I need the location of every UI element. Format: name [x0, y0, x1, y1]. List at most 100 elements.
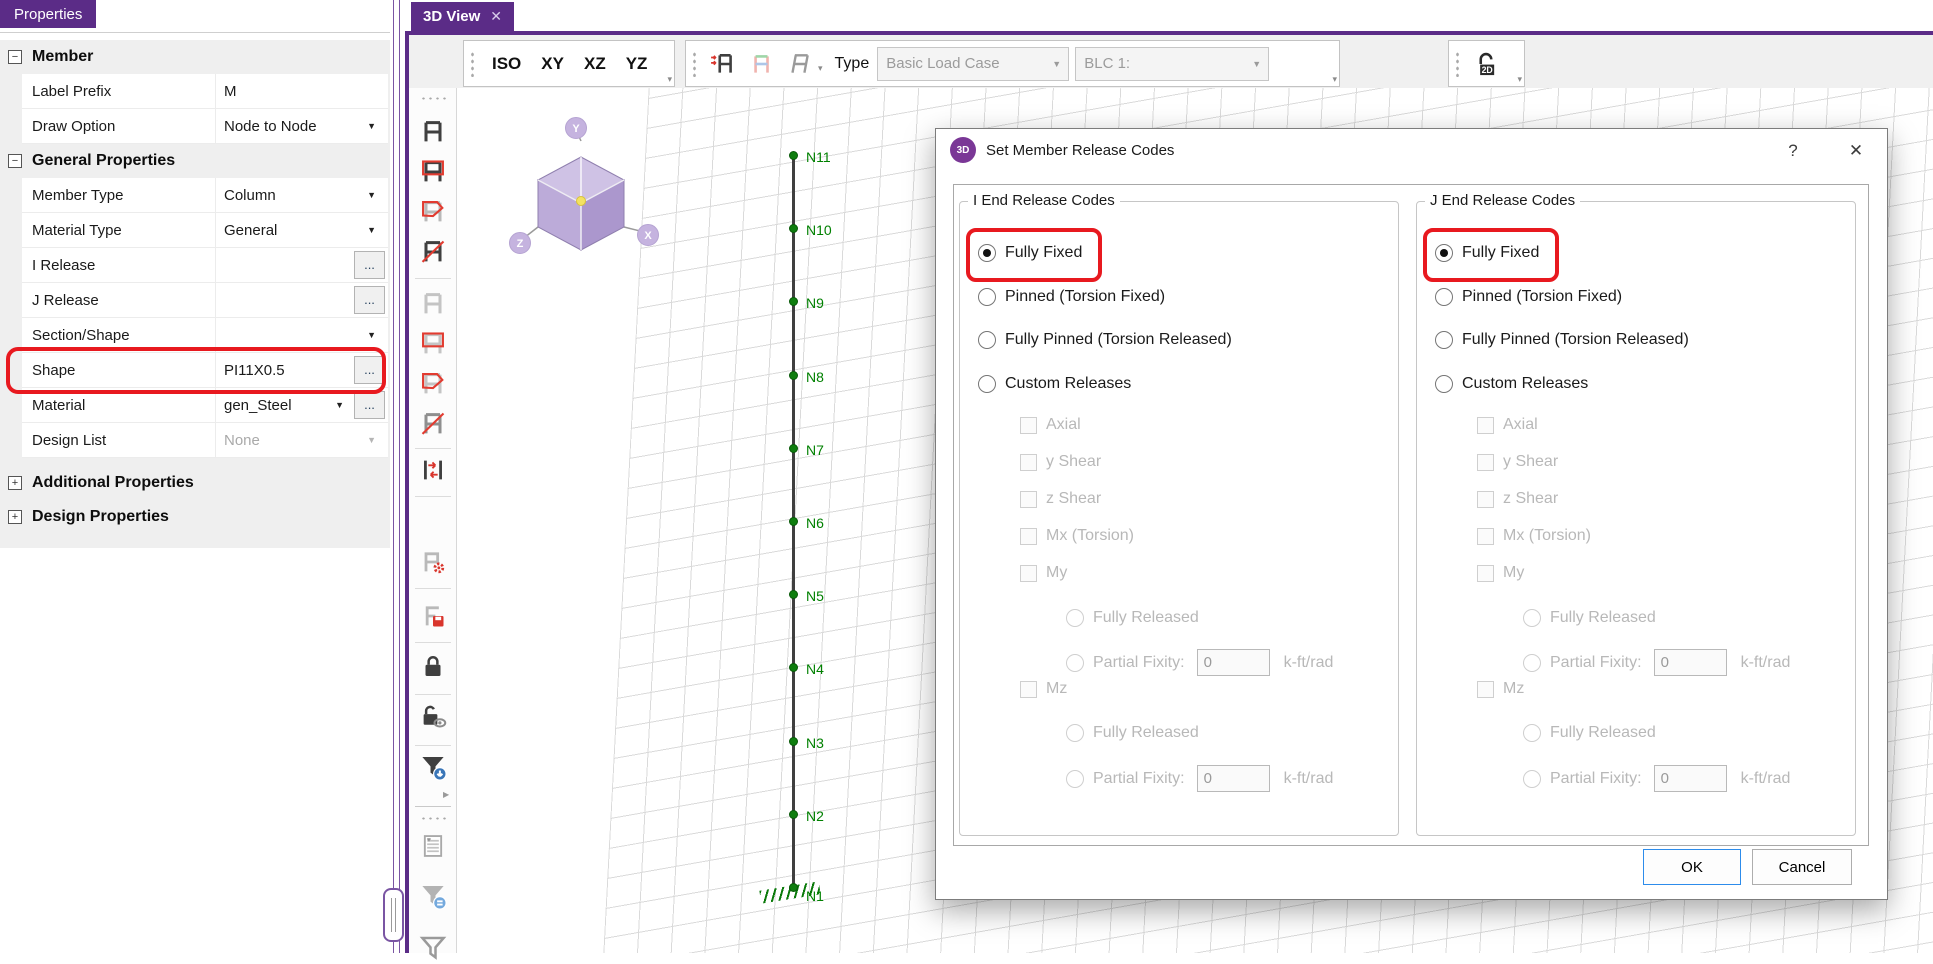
toolbar-overflow-icon[interactable]: ▾	[1332, 74, 1337, 85]
radio-icon[interactable]	[978, 331, 996, 349]
shape-field[interactable]: PI11X0.5 ...	[215, 353, 388, 388]
radio-fully-pinned[interactable]: Fully Pinned (Torsion Released)	[1435, 331, 1689, 349]
node-point[interactable]	[789, 444, 798, 453]
toolbar-overflow-icon[interactable]: ▾	[1517, 74, 1522, 85]
node-point[interactable]	[789, 371, 798, 380]
radio-fully-fixed[interactable]: Fully Fixed	[978, 244, 1082, 262]
j-release-field[interactable]: ...	[215, 283, 388, 318]
material-type-dropdown[interactable]: General ▼	[215, 213, 388, 248]
radio-custom-releases[interactable]: Custom Releases	[978, 375, 1131, 393]
axis-z-ball[interactable]: Z	[510, 233, 531, 254]
collapse-minus-icon[interactable]: −	[8, 50, 22, 64]
radio-icon[interactable]	[1435, 331, 1453, 349]
radio-custom-releases[interactable]: Custom Releases	[1435, 375, 1588, 393]
axis-y-ball[interactable]: Y	[566, 118, 587, 139]
box-unselect-members-icon[interactable]	[417, 328, 449, 360]
orientation-cube[interactable]: Y X Z	[500, 95, 670, 265]
node-point[interactable]	[789, 151, 798, 160]
node-point[interactable]	[789, 737, 798, 746]
radio-icon[interactable]	[1435, 375, 1453, 393]
i-release-field[interactable]: ...	[215, 248, 388, 283]
unlock-view-icon[interactable]	[417, 700, 449, 732]
node-label: N3	[806, 735, 824, 751]
xz-view-button[interactable]: XZ	[574, 54, 616, 74]
member-type-dropdown[interactable]: Column ▼	[215, 178, 388, 213]
material-browse-button[interactable]: ...	[354, 391, 385, 419]
render-wireframe-icon[interactable]	[784, 49, 814, 79]
spreadsheet-icon[interactable]	[417, 830, 449, 862]
selection-filter-icon[interactable]	[417, 932, 449, 964]
radio-fully-fixed[interactable]: Fully Fixed	[1435, 244, 1539, 262]
radio-mz-partial-fixity: Partial Fixity: k-ft/rad	[1066, 765, 1333, 792]
radio-icon[interactable]	[978, 375, 996, 393]
node-point[interactable]	[789, 297, 798, 306]
drag-handle-icon[interactable]	[1455, 51, 1460, 77]
draw-option-dropdown[interactable]: Node to Node ▼	[215, 109, 388, 144]
collapse-minus-icon[interactable]: −	[8, 154, 22, 168]
drag-handle-icon[interactable]	[420, 96, 446, 101]
radio-icon[interactable]	[978, 288, 996, 306]
node-point[interactable]	[789, 517, 798, 526]
drag-handle-icon[interactable]	[692, 51, 697, 77]
collapse-plus-icon[interactable]: +	[8, 510, 22, 524]
close-tab-icon[interactable]: ✕	[490, 8, 502, 25]
properties-panel-tab[interactable]: Properties	[0, 0, 96, 28]
dialog-titlebar[interactable]: 3D Set Member Release Codes	[936, 129, 1887, 171]
xy-view-button[interactable]: XY	[531, 54, 574, 74]
toolbar-overflow-icon[interactable]: ▾	[667, 74, 672, 85]
polygon-unselect-members-icon[interactable]	[417, 368, 449, 400]
render-members-icon[interactable]	[708, 49, 738, 79]
drag-handle-icon[interactable]	[470, 51, 475, 77]
svg-text:2D: 2D	[1482, 65, 1493, 75]
select-members-icon[interactable]	[417, 116, 449, 148]
ok-button[interactable]: OK	[1643, 849, 1741, 885]
lock-2d-icon[interactable]: 2D	[1471, 49, 1501, 79]
radio-selected-icon[interactable]	[978, 244, 996, 262]
radio-pinned[interactable]: Pinned (Torsion Fixed)	[978, 288, 1165, 306]
axis-x-ball[interactable]: X	[638, 225, 659, 246]
lock-selection-icon[interactable]	[417, 650, 449, 682]
node-label: N4	[806, 661, 824, 677]
radio-fully-pinned[interactable]: Fully Pinned (Torsion Released)	[978, 331, 1232, 349]
label-prefix-field[interactable]: M	[215, 74, 388, 109]
close-icon[interactable]: ✕	[1839, 137, 1873, 165]
node-point[interactable]	[789, 883, 798, 892]
help-button[interactable]: ?	[1776, 137, 1810, 165]
unselect-members-icon[interactable]	[417, 288, 449, 320]
section-header-member[interactable]: − Member	[0, 40, 390, 74]
shape-browse-button[interactable]: ...	[354, 356, 385, 384]
member-settings-icon[interactable]	[417, 546, 449, 578]
node-point[interactable]	[789, 663, 798, 672]
render-dropdown-icon[interactable]: ▾	[818, 63, 823, 74]
box-select-members-icon[interactable]	[417, 156, 449, 188]
save-selection-icon[interactable]	[417, 600, 449, 632]
toolbar-expand-icon[interactable]: ▶	[443, 790, 449, 799]
radio-pinned[interactable]: Pinned (Torsion Fixed)	[1435, 288, 1622, 306]
render-color-icon[interactable]	[746, 49, 776, 79]
cancel-button[interactable]: Cancel	[1752, 849, 1852, 885]
node-point[interactable]	[789, 590, 798, 599]
line-select-members-icon[interactable]	[417, 236, 449, 268]
line-unselect-members-icon[interactable]	[417, 408, 449, 440]
drag-handle-icon[interactable]	[420, 816, 446, 821]
section-header-additional-properties[interactable]: + Additional Properties	[0, 466, 390, 500]
tab-3d-view[interactable]: 3D View ✕	[411, 2, 514, 31]
radio-icon[interactable]	[1435, 288, 1453, 306]
section-header-design-properties[interactable]: + Design Properties	[0, 500, 390, 534]
move-members-icon[interactable]	[417, 454, 449, 486]
node-point[interactable]	[789, 810, 798, 819]
node-point[interactable]	[789, 224, 798, 233]
iso-view-button[interactable]: ISO	[482, 54, 531, 74]
panel-splitter-handle[interactable]	[383, 888, 404, 942]
filter-criteria-icon[interactable]	[417, 880, 449, 912]
yz-view-button[interactable]: YZ	[616, 54, 658, 74]
radio-selected-icon[interactable]	[1435, 244, 1453, 262]
material-dropdown[interactable]: gen_Steel ▼ ...	[215, 388, 388, 423]
i-release-browse-button[interactable]: ...	[354, 251, 385, 279]
filter-selection-icon[interactable]	[417, 751, 449, 783]
section-header-general-properties[interactable]: − General Properties	[0, 144, 390, 178]
collapse-plus-icon[interactable]: +	[8, 476, 22, 490]
j-release-browse-button[interactable]: ...	[354, 286, 385, 314]
section-shape-dropdown[interactable]: ▼	[215, 318, 388, 353]
polygon-select-members-icon[interactable]	[417, 196, 449, 228]
